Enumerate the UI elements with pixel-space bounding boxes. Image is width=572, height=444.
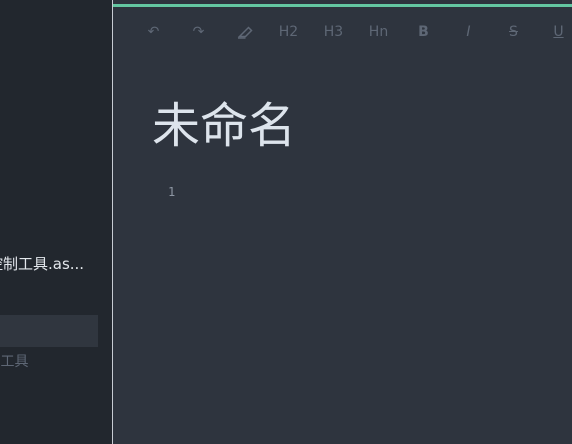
- sidebar-active-item[interactable]: [0, 315, 98, 347]
- strikethrough-button[interactable]: S: [491, 20, 536, 44]
- heading-n-button[interactable]: Hn: [356, 20, 401, 44]
- bold-icon: B: [418, 24, 429, 40]
- formatting-toolbar: ↶ ↷ H2 H3 Hn B I S U: [131, 20, 572, 44]
- document-title[interactable]: 未命名: [152, 96, 296, 156]
- editor-accent-line: [113, 4, 572, 7]
- redo-button[interactable]: ↷: [176, 20, 221, 44]
- strikethrough-icon: S: [509, 24, 518, 40]
- italic-icon: I: [466, 24, 471, 40]
- italic-button[interactable]: I: [446, 20, 491, 44]
- sidebar-file-item[interactable]: 控制工具.as...: [0, 248, 98, 280]
- heading-n-icon: Hn: [368, 24, 389, 40]
- underline-icon: U: [553, 24, 564, 40]
- bold-button[interactable]: B: [401, 20, 446, 44]
- heading-3-icon: H3: [323, 24, 344, 40]
- heading-2-icon: H2: [278, 24, 299, 40]
- underline-button[interactable]: U: [536, 20, 572, 44]
- heading-2-button[interactable]: H2: [266, 20, 311, 44]
- undo-button[interactable]: ↶: [131, 20, 176, 44]
- line-number: 1: [168, 185, 176, 199]
- file-sidebar: 控制工具.as... 工具: [0, 0, 112, 444]
- undo-icon: ↶: [147, 24, 160, 40]
- heading-3-button[interactable]: H3: [311, 20, 356, 44]
- app-window: 控制工具.as... 工具 ↶ ↷ H2 H3: [0, 0, 572, 444]
- sidebar-tool-item[interactable]: 工具: [0, 350, 37, 374]
- editor-pane: ↶ ↷ H2 H3 Hn B I S U 未命名 1: [113, 0, 572, 444]
- eraser-icon: [237, 26, 253, 39]
- clear-format-button[interactable]: [221, 20, 266, 44]
- redo-icon: ↷: [192, 24, 205, 40]
